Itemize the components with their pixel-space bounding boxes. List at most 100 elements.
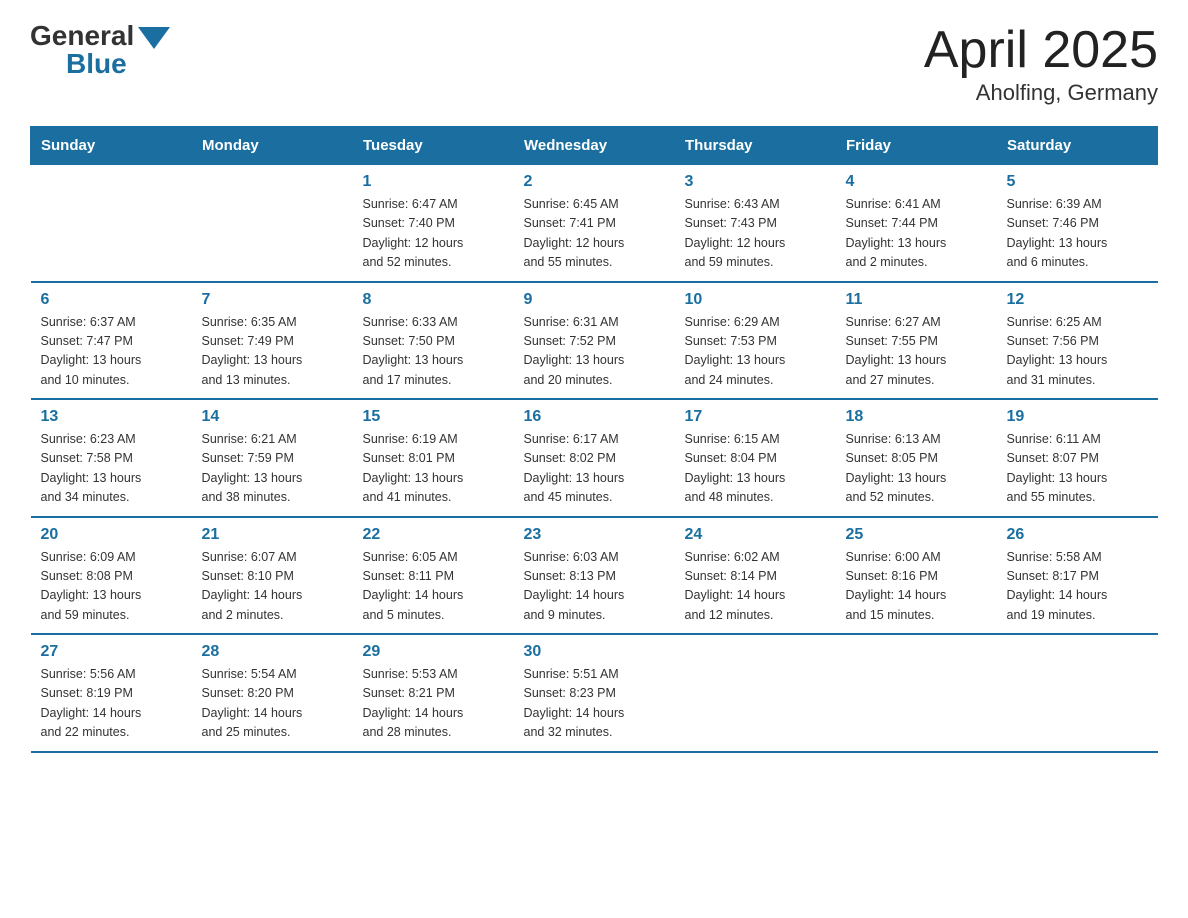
day-number: 25 <box>846 526 987 544</box>
day-number: 26 <box>1007 526 1148 544</box>
day-cell: 26 Sunrise: 5:58 AM Sunset: 8:17 PM Dayli… <box>997 517 1158 635</box>
logo-triangle-icon <box>138 27 170 49</box>
day-number: 5 <box>1007 173 1148 191</box>
day-number: 10 <box>685 291 826 309</box>
day-cell: 16 Sunrise: 6:17 AM Sunset: 8:02 PM Dayli… <box>514 399 675 517</box>
day-number: 21 <box>202 526 343 544</box>
day-detail: Sunrise: 5:54 AM Sunset: 8:20 PM Dayligh… <box>202 665 343 743</box>
day-number: 27 <box>41 643 182 661</box>
title-area: April 2025 Aholfing, Germany <box>924 20 1158 106</box>
day-cell: 21 Sunrise: 6:07 AM Sunset: 8:10 PM Dayli… <box>192 517 353 635</box>
day-cell: 9 Sunrise: 6:31 AM Sunset: 7:52 PM Daylig… <box>514 282 675 400</box>
day-number: 7 <box>202 291 343 309</box>
day-detail: Sunrise: 6:45 AM Sunset: 7:41 PM Dayligh… <box>524 195 665 273</box>
day-detail: Sunrise: 6:03 AM Sunset: 8:13 PM Dayligh… <box>524 548 665 626</box>
day-cell: 18 Sunrise: 6:13 AM Sunset: 8:05 PM Dayli… <box>836 399 997 517</box>
day-number: 17 <box>685 408 826 426</box>
day-cell: 11Sunrise: 6:27 AM Sunset: 7:55 PM Dayli… <box>836 282 997 400</box>
day-number: 1 <box>363 173 504 191</box>
day-cell: 17 Sunrise: 6:15 AM Sunset: 8:04 PM Dayli… <box>675 399 836 517</box>
day-detail: Sunrise: 5:51 AM Sunset: 8:23 PM Dayligh… <box>524 665 665 743</box>
weekday-header-tuesday: Tuesday <box>353 127 514 165</box>
day-detail: Sunrise: 6:23 AM Sunset: 7:58 PM Dayligh… <box>41 430 182 508</box>
day-detail: Sunrise: 6:21 AM Sunset: 7:59 PM Dayligh… <box>202 430 343 508</box>
day-detail: Sunrise: 6:02 AM Sunset: 8:14 PM Dayligh… <box>685 548 826 626</box>
week-row-2: 6 Sunrise: 6:37 AM Sunset: 7:47 PM Daylig… <box>31 282 1158 400</box>
day-number: 3 <box>685 173 826 191</box>
day-detail: Sunrise: 5:58 AM Sunset: 8:17 PM Dayligh… <box>1007 548 1148 626</box>
day-cell: 22 Sunrise: 6:05 AM Sunset: 8:11 PM Dayli… <box>353 517 514 635</box>
day-cell: 19Sunrise: 6:11 AM Sunset: 8:07 PM Dayli… <box>997 399 1158 517</box>
day-cell: 14Sunrise: 6:21 AM Sunset: 7:59 PM Dayli… <box>192 399 353 517</box>
day-cell: 28 Sunrise: 5:54 AM Sunset: 8:20 PM Dayli… <box>192 634 353 752</box>
logo: General Blue <box>30 20 170 80</box>
day-detail: Sunrise: 5:56 AM Sunset: 8:19 PM Dayligh… <box>41 665 182 743</box>
weekday-header-monday: Monday <box>192 127 353 165</box>
day-cell: 13 Sunrise: 6:23 AM Sunset: 7:58 PM Dayli… <box>31 399 192 517</box>
day-cell: 24 Sunrise: 6:02 AM Sunset: 8:14 PM Dayli… <box>675 517 836 635</box>
day-number: 8 <box>363 291 504 309</box>
page-header: General Blue April 2025 Aholfing, German… <box>30 20 1158 106</box>
week-row-5: 27 Sunrise: 5:56 AM Sunset: 8:19 PM Dayli… <box>31 634 1158 752</box>
day-number: 6 <box>41 291 182 309</box>
weekday-header-wednesday: Wednesday <box>514 127 675 165</box>
day-number: 9 <box>524 291 665 309</box>
week-row-4: 20 Sunrise: 6:09 AM Sunset: 8:08 PM Dayli… <box>31 517 1158 635</box>
day-cell: 12 Sunrise: 6:25 AM Sunset: 7:56 PM Dayli… <box>997 282 1158 400</box>
day-cell: 2 Sunrise: 6:45 AM Sunset: 7:41 PM Daylig… <box>514 165 675 282</box>
day-cell: 3Sunrise: 6:43 AM Sunset: 7:43 PM Daylig… <box>675 165 836 282</box>
day-cell: 8 Sunrise: 6:33 AM Sunset: 7:50 PM Daylig… <box>353 282 514 400</box>
day-cell: 23 Sunrise: 6:03 AM Sunset: 8:13 PM Dayli… <box>514 517 675 635</box>
day-number: 24 <box>685 526 826 544</box>
calendar-body: 1 Sunrise: 6:47 AM Sunset: 7:40 PM Daylig… <box>31 165 1158 752</box>
day-detail: Sunrise: 6:31 AM Sunset: 7:52 PM Dayligh… <box>524 313 665 391</box>
day-number: 12 <box>1007 291 1148 309</box>
day-number: 2 <box>524 173 665 191</box>
day-number: 23 <box>524 526 665 544</box>
day-detail: Sunrise: 6:35 AM Sunset: 7:49 PM Dayligh… <box>202 313 343 391</box>
weekday-header-row: SundayMondayTuesdayWednesdayThursdayFrid… <box>31 127 1158 165</box>
day-cell <box>192 165 353 282</box>
day-detail: Sunrise: 6:05 AM Sunset: 8:11 PM Dayligh… <box>363 548 504 626</box>
day-detail: Sunrise: 6:33 AM Sunset: 7:50 PM Dayligh… <box>363 313 504 391</box>
day-detail: Sunrise: 6:09 AM Sunset: 8:08 PM Dayligh… <box>41 548 182 626</box>
day-cell: 15 Sunrise: 6:19 AM Sunset: 8:01 PM Dayli… <box>353 399 514 517</box>
day-detail: Sunrise: 6:29 AM Sunset: 7:53 PM Dayligh… <box>685 313 826 391</box>
day-cell: 30Sunrise: 5:51 AM Sunset: 8:23 PM Dayli… <box>514 634 675 752</box>
weekday-header-thursday: Thursday <box>675 127 836 165</box>
day-number: 20 <box>41 526 182 544</box>
day-cell: 10 Sunrise: 6:29 AM Sunset: 7:53 PM Dayli… <box>675 282 836 400</box>
day-cell <box>997 634 1158 752</box>
day-detail: Sunrise: 6:37 AM Sunset: 7:47 PM Dayligh… <box>41 313 182 391</box>
day-detail: Sunrise: 6:07 AM Sunset: 8:10 PM Dayligh… <box>202 548 343 626</box>
day-number: 22 <box>363 526 504 544</box>
day-detail: Sunrise: 6:41 AM Sunset: 7:44 PM Dayligh… <box>846 195 987 273</box>
day-detail: Sunrise: 6:00 AM Sunset: 8:16 PM Dayligh… <box>846 548 987 626</box>
day-detail: Sunrise: 5:53 AM Sunset: 8:21 PM Dayligh… <box>363 665 504 743</box>
day-cell: 29 Sunrise: 5:53 AM Sunset: 8:21 PM Dayli… <box>353 634 514 752</box>
weekday-header-friday: Friday <box>836 127 997 165</box>
day-number: 18 <box>846 408 987 426</box>
day-detail: Sunrise: 6:39 AM Sunset: 7:46 PM Dayligh… <box>1007 195 1148 273</box>
day-number: 16 <box>524 408 665 426</box>
day-detail: Sunrise: 6:15 AM Sunset: 8:04 PM Dayligh… <box>685 430 826 508</box>
day-number: 11 <box>846 291 987 309</box>
day-detail: Sunrise: 6:19 AM Sunset: 8:01 PM Dayligh… <box>363 430 504 508</box>
day-number: 28 <box>202 643 343 661</box>
day-number: 29 <box>363 643 504 661</box>
day-detail: Sunrise: 6:25 AM Sunset: 7:56 PM Dayligh… <box>1007 313 1148 391</box>
day-number: 13 <box>41 408 182 426</box>
day-cell: 25 Sunrise: 6:00 AM Sunset: 8:16 PM Dayli… <box>836 517 997 635</box>
month-title: April 2025 <box>924 20 1158 80</box>
day-detail: Sunrise: 6:17 AM Sunset: 8:02 PM Dayligh… <box>524 430 665 508</box>
day-detail: Sunrise: 6:47 AM Sunset: 7:40 PM Dayligh… <box>363 195 504 273</box>
calendar-table: SundayMondayTuesdayWednesdayThursdayFrid… <box>30 126 1158 753</box>
day-detail: Sunrise: 6:13 AM Sunset: 8:05 PM Dayligh… <box>846 430 987 508</box>
day-cell: 1 Sunrise: 6:47 AM Sunset: 7:40 PM Daylig… <box>353 165 514 282</box>
day-number: 19 <box>1007 408 1148 426</box>
day-cell: 27 Sunrise: 5:56 AM Sunset: 8:19 PM Dayli… <box>31 634 192 752</box>
weekday-header-saturday: Saturday <box>997 127 1158 165</box>
day-cell <box>675 634 836 752</box>
day-number: 15 <box>363 408 504 426</box>
day-cell <box>31 165 192 282</box>
